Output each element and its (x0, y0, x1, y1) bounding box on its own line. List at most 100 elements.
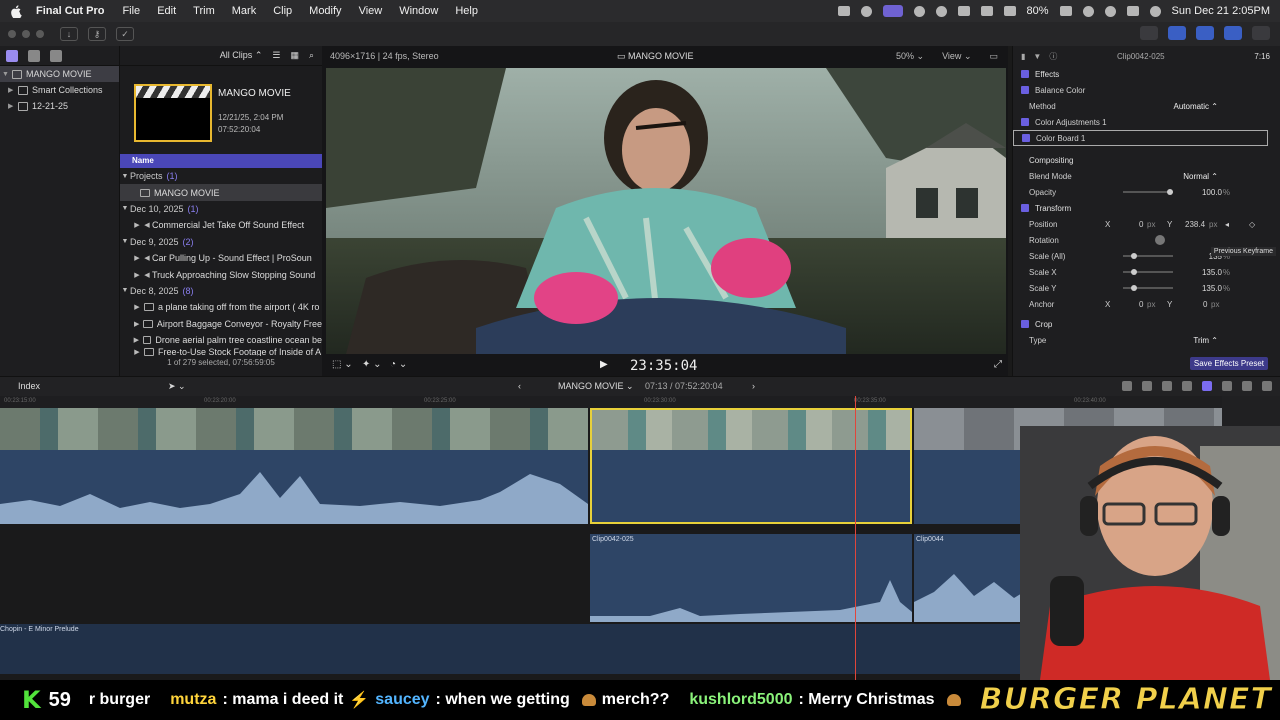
show-inspector-icon[interactable] (1224, 26, 1242, 40)
scale-x-value[interactable]: 135.0 (1202, 268, 1222, 277)
scale-y-slider[interactable] (1123, 285, 1173, 291)
timeline-ruler[interactable]: 00:23:15:00 00:23:20:00 00:23:25:00 00:2… (0, 396, 1222, 408)
play-button[interactable]: ▶ (600, 359, 608, 370)
color-inspector-icon[interactable]: ▼ (1033, 52, 1041, 61)
viewer-timecode[interactable]: 23:35:04 (630, 358, 697, 374)
color-adjustments-row[interactable]: Color Adjustments 1 (1013, 114, 1280, 130)
forward-icon[interactable]: › (752, 381, 755, 391)
export-icon[interactable] (1252, 26, 1270, 40)
opacity-slider[interactable] (1123, 189, 1173, 195)
tool-select-icon[interactable]: ➤ ⌄ (168, 381, 186, 392)
group-row[interactable]: ▼ Projects (1) (120, 168, 322, 184)
camera-icon[interactable] (913, 5, 925, 17)
audio-waveform-clip[interactable] (0, 450, 588, 524)
back-icon[interactable]: ‹ (518, 381, 521, 391)
group-row[interactable]: ▼ Dec 10, 2025 (1) (120, 201, 322, 217)
selected-video-clip[interactable] (590, 408, 912, 450)
checkbox[interactable] (1022, 134, 1030, 142)
add-keyframe-icon[interactable]: ◇ (1249, 220, 1255, 229)
search-icon[interactable]: ⌕ (309, 50, 314, 61)
rotation-dial[interactable] (1155, 235, 1165, 245)
skimming-icon[interactable] (1162, 381, 1172, 391)
list-item[interactable]: ▶ ◀ Truck Approaching Slow Stopping Sound (120, 266, 322, 282)
crop-type-dropdown[interactable]: Trim ⌃ (1193, 336, 1218, 345)
position-x-value[interactable]: 0 (1139, 220, 1143, 229)
checkbox[interactable] (1021, 118, 1029, 126)
scale-y-value[interactable]: 135.0 (1202, 284, 1222, 293)
record-icon[interactable] (837, 6, 850, 16)
snapping-icon[interactable] (1142, 381, 1152, 391)
menu-mark[interactable]: Mark (232, 5, 256, 17)
list-item[interactable]: ▶ ◀ Commercial Jet Take Off Sound Effect (120, 217, 322, 233)
key-icon[interactable]: ⚷ (88, 27, 106, 41)
video-clip-thumbnails[interactable] (0, 408, 588, 450)
checkbox[interactable] (1021, 320, 1029, 328)
anchor-x-value[interactable]: 0 (1139, 300, 1143, 309)
timeline-project-dropdown[interactable]: MANGO MOVIE ⌄ (558, 381, 634, 392)
wifi-icon[interactable] (1082, 5, 1094, 17)
disclosure-closed-icon[interactable]: ▶ (8, 86, 18, 94)
group-row[interactable]: ▼ Dec 8, 2025 (8) (120, 283, 322, 299)
playhead[interactable] (855, 396, 856, 680)
show-browser-icon[interactable] (1168, 26, 1186, 40)
scale-all-slider[interactable] (1123, 253, 1173, 259)
opacity-value[interactable]: 100.0 (1202, 188, 1222, 197)
zoom-dropdown[interactable]: 50% ⌄ (896, 51, 924, 62)
volume-icon[interactable] (957, 6, 970, 16)
checkbox[interactable] (1021, 86, 1029, 94)
search-icon[interactable] (1104, 5, 1116, 17)
speed-dropdown[interactable]: ◔ ⌄ (390, 359, 407, 370)
control-center-icon[interactable] (1126, 6, 1139, 16)
video-inspector-icon[interactable]: ▮ (1021, 52, 1025, 61)
solo-icon[interactable] (1202, 381, 1212, 391)
list-item[interactable]: ▶ Airport Baggage Conveyor - Royalty Free (120, 316, 322, 332)
app-name[interactable]: Final Cut Pro (36, 5, 104, 17)
menu-help[interactable]: Help (455, 5, 478, 17)
scale-x-slider[interactable] (1123, 269, 1173, 275)
background-tasks-icon[interactable]: ✓ (116, 27, 134, 41)
zoom-window-button[interactable] (36, 30, 44, 38)
effects-section[interactable]: Effects (1013, 66, 1280, 82)
screen-share-icon[interactable] (882, 5, 903, 17)
menu-edit[interactable]: Edit (157, 5, 176, 17)
titles-generators-icon[interactable] (50, 49, 62, 62)
list-item[interactable]: ▶ a plane taking off from the airport ( 4… (120, 299, 322, 315)
clip-filter-dropdown[interactable]: All Clips ⌃ (220, 50, 263, 61)
apple-icon[interactable] (10, 4, 22, 18)
import-icon[interactable]: ↓ (60, 27, 78, 41)
save-effects-preset-button[interactable]: Save Effects Preset (1189, 357, 1268, 370)
disclosure-closed-icon[interactable]: ▶ (8, 102, 18, 110)
photos-audio-icon[interactable] (28, 49, 40, 62)
clip-appearance-icon[interactable]: ▦ (290, 50, 299, 61)
blend-dropdown[interactable]: Normal ⌃ (1183, 172, 1218, 181)
disclosure-open-icon[interactable]: ▼ (2, 71, 12, 78)
play-icon[interactable] (935, 5, 947, 17)
display-icon[interactable] (980, 6, 993, 16)
battery-icon[interactable] (1059, 6, 1072, 16)
compositing-section[interactable]: Compositing (1013, 152, 1280, 168)
viewer-options-icon[interactable]: ▭ (989, 51, 998, 62)
transitions-browser-icon[interactable] (1262, 381, 1272, 391)
clip-appearance-icon[interactable] (1222, 381, 1232, 391)
method-dropdown[interactable]: Automatic ⌃ (1173, 102, 1218, 111)
siri-icon[interactable] (1149, 5, 1161, 17)
color-wheel-icon[interactable] (860, 5, 872, 17)
library-item-smart-collections[interactable]: ▶ Smart Collections (0, 82, 119, 98)
enhance-dropdown[interactable]: ✦ ⌄ (362, 359, 382, 370)
list-item[interactable]: MANGO MOVIE (120, 184, 322, 201)
group-row[interactable]: ▼ Dec 9, 2025 (2) (120, 234, 322, 250)
transform-tool-dropdown[interactable]: ⬚ ⌄ (332, 359, 353, 370)
name-column-header[interactable]: Name (120, 154, 322, 168)
libraries-icon[interactable] (6, 49, 18, 62)
project-thumbnail[interactable] (134, 84, 212, 142)
menu-window[interactable]: Window (399, 5, 438, 17)
close-window-button[interactable] (8, 30, 16, 38)
balance-color-row[interactable]: Balance Color (1013, 82, 1280, 98)
fullscreen-icon[interactable]: ⤢ (994, 359, 1002, 370)
connected-audio-clip[interactable] (590, 534, 912, 622)
menu-file[interactable]: File (122, 5, 140, 17)
color-board-row[interactable]: Color Board 1 (1013, 130, 1268, 146)
checkbox[interactable] (1021, 70, 1029, 78)
list-item[interactable]: ▶ Free-to-Use Stock Footage of Inside of … (120, 348, 322, 357)
menu-modify[interactable]: Modify (309, 5, 341, 17)
